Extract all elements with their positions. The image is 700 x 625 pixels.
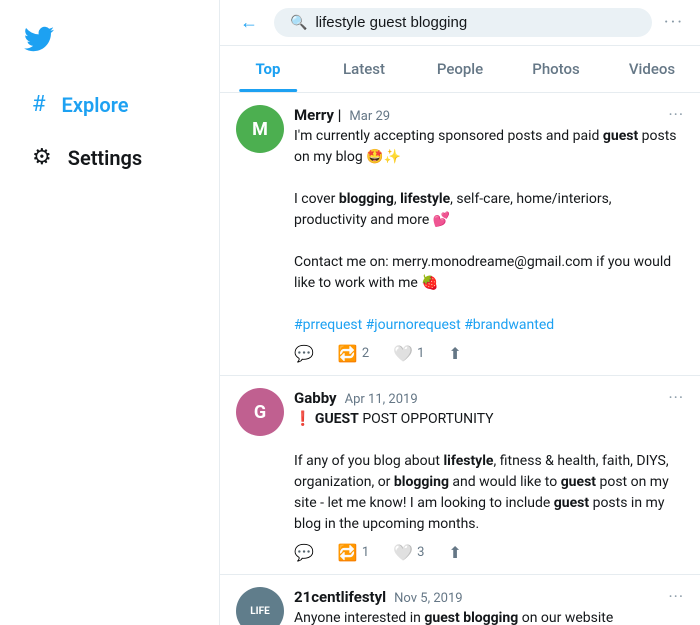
retweet-action[interactable]: 🔁1 bbox=[338, 543, 369, 562]
tweet-author: 21centlifestyl bbox=[294, 588, 386, 606]
tweet-header: Gabby Apr 11, 2019 ··· bbox=[294, 388, 684, 407]
back-button[interactable]: ← bbox=[236, 8, 262, 37]
like-action[interactable]: 🤍1 bbox=[393, 344, 424, 363]
tweet-more-button[interactable]: ··· bbox=[668, 388, 684, 407]
more-button[interactable]: ··· bbox=[664, 12, 684, 33]
search-icon: 🔍 bbox=[290, 15, 307, 31]
tweet-actions: 💬 🔁2 🤍1 ⬆ bbox=[294, 344, 684, 363]
tweet-row: LIFE 21centlifestyl Nov 5, 2019 ··· Anyo… bbox=[220, 575, 700, 625]
share-action[interactable]: ⬆ bbox=[448, 344, 461, 363]
sidebar-item-explore-label: Explore bbox=[62, 93, 129, 117]
tweet-date: Apr 11, 2019 bbox=[345, 392, 418, 407]
tweet-author: Gabby bbox=[294, 389, 337, 407]
sidebar: # Explore ⚙ Settings bbox=[0, 0, 220, 625]
tweet-body: 21centlifestyl Nov 5, 2019 ··· Anyone in… bbox=[294, 587, 684, 625]
main-content: ← 🔍 ··· Top Latest People Photos Videos … bbox=[220, 0, 700, 625]
retweet-action[interactable]: 🔁2 bbox=[338, 344, 369, 363]
sidebar-item-explore[interactable]: # Explore bbox=[8, 80, 211, 129]
tweet-feed: M Merry | Mar 29 ··· I'm currently accep… bbox=[220, 93, 700, 625]
tab-latest[interactable]: Latest bbox=[316, 46, 412, 92]
tweet-more-button[interactable]: ··· bbox=[668, 105, 684, 124]
sidebar-item-settings-label: Settings bbox=[68, 146, 142, 170]
tweet-row: G Gabby Apr 11, 2019 ··· ❗ GUEST POST OP… bbox=[220, 376, 700, 575]
like-action[interactable]: 🤍3 bbox=[393, 543, 424, 562]
search-header: ← 🔍 ··· bbox=[220, 0, 700, 46]
tab-photos[interactable]: Photos bbox=[508, 46, 604, 92]
avatar: LIFE bbox=[236, 587, 284, 625]
avatar: G bbox=[236, 388, 284, 436]
tweet-body: Merry | Mar 29 ··· I'm currently accepti… bbox=[294, 105, 684, 363]
explore-icon: # bbox=[32, 92, 46, 117]
tweet-header: 21centlifestyl Nov 5, 2019 ··· bbox=[294, 587, 684, 606]
tweet-text: Anyone interested in guest blogging on o… bbox=[294, 608, 684, 625]
reply-action[interactable]: 💬 bbox=[294, 543, 314, 562]
avatar: M bbox=[236, 105, 284, 153]
tab-videos[interactable]: Videos bbox=[604, 46, 700, 92]
tweet-actions: 💬 🔁1 🤍3 ⬆ bbox=[294, 543, 684, 562]
search-input[interactable] bbox=[315, 14, 635, 31]
twitter-logo bbox=[0, 16, 219, 78]
tweet-body: Gabby Apr 11, 2019 ··· ❗ GUEST POST OPPO… bbox=[294, 388, 684, 562]
tweet-date: Mar 29 bbox=[349, 109, 390, 124]
tweet-text: ❗ GUEST POST OPPORTUNITY If any of you b… bbox=[294, 409, 684, 535]
tweet-text: I'm currently accepting sponsored posts … bbox=[294, 126, 684, 336]
tweet-header: Merry | Mar 29 ··· bbox=[294, 105, 684, 124]
tweet-row: M Merry | Mar 29 ··· I'm currently accep… bbox=[220, 93, 700, 376]
reply-action[interactable]: 💬 bbox=[294, 344, 314, 363]
tweet-date: Nov 5, 2019 bbox=[394, 591, 462, 606]
tweet-author: Merry | bbox=[294, 106, 341, 124]
search-bar[interactable]: 🔍 bbox=[274, 8, 652, 37]
share-action[interactable]: ⬆ bbox=[448, 543, 461, 562]
sidebar-item-settings[interactable]: ⚙ Settings bbox=[8, 133, 211, 182]
tab-people[interactable]: People bbox=[412, 46, 508, 92]
tab-top[interactable]: Top bbox=[220, 46, 316, 92]
search-tabs: Top Latest People Photos Videos bbox=[220, 46, 700, 93]
settings-icon: ⚙ bbox=[32, 145, 52, 170]
tweet-more-button[interactable]: ··· bbox=[668, 587, 684, 606]
